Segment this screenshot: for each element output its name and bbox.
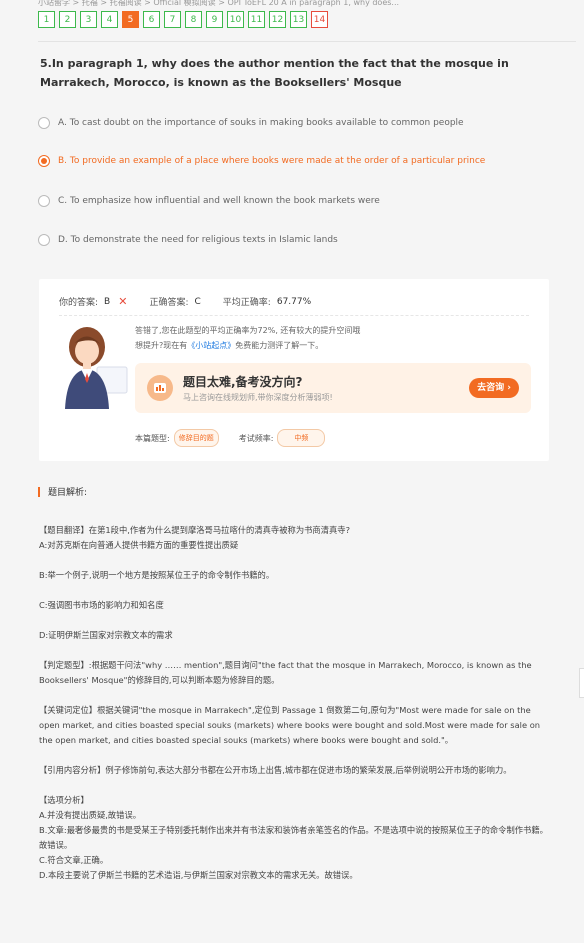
question-nav-item[interactable]: 6 xyxy=(143,11,160,28)
question-nav-item-current[interactable]: 5 xyxy=(122,11,139,28)
heading-accent xyxy=(38,486,40,497)
analysis-paragraph: 【题目翻译】在第1段中,作者为什么提到摩洛哥马拉喀什的清真寺被称为书商清真寺? xyxy=(39,525,351,535)
analysis-paragraph: D.本段主要说了伊斯兰书籍的艺术造诣,与伊斯兰国家对宗教文本的需求无关。故错误。 xyxy=(39,870,358,880)
tip-line: 答错了,您在此题型的平均正确率为72%, 还有较大的提升空间哦 xyxy=(135,326,361,335)
question-nav-item[interactable]: 1 xyxy=(38,11,55,28)
option-label: B. To provide an example of a place wher… xyxy=(58,156,486,166)
question-nav-item[interactable]: 9 xyxy=(206,11,223,28)
question-nav-item[interactable]: 2 xyxy=(59,11,76,28)
question-nav-item[interactable]: 7 xyxy=(164,11,181,28)
radio-button-selected[interactable] xyxy=(38,155,50,167)
analysis-paragraph: C.符合文章,正确。 xyxy=(39,855,109,865)
analysis-paragraph: 【选项分析】 xyxy=(39,795,89,805)
analysis-spacer xyxy=(39,613,551,628)
correct-answer-label: 正确答案: xyxy=(149,298,189,308)
analysis-spacer xyxy=(39,553,551,568)
radio-button[interactable] xyxy=(38,234,50,246)
result-card: 你的答案: B ✕ 正确答案: C 平均正确率: 67.77% 答错了,您在此题… xyxy=(39,279,549,461)
analysis-paragraph: B.文章:最奢侈最贵的书是受某王子特别委托制作出来并有书法家和装饰者亲笔签名的作… xyxy=(39,825,548,850)
analysis-spacer xyxy=(39,748,551,763)
answer-row: 你的答案: B ✕ 正确答案: C 平均正确率: 67.77% xyxy=(59,295,319,308)
question-nav-item[interactable]: 3 xyxy=(80,11,97,28)
question-type-badge: 修辞目的题 xyxy=(173,429,219,447)
option-b-selected[interactable]: B. To provide an example of a place wher… xyxy=(38,155,485,167)
analysis-paragraph: 【关键词定位】根据关键词"the mosque in Marrakech",定位… xyxy=(39,705,541,745)
question-nav-item[interactable]: 12 xyxy=(269,11,286,28)
avg-rate-label: 平均正确率: xyxy=(222,298,271,308)
analysis-paragraph: 【引用内容分析】例子修饰前句,表达大部分书都在公开市场上出售,城市都在促进市场的… xyxy=(39,765,512,775)
option-c[interactable]: C. To emphasize how influential and well… xyxy=(38,195,380,207)
assessment-link[interactable]: 《小站起点》 xyxy=(187,341,235,350)
tip-text-pre: 想提升?现在有 xyxy=(135,341,188,350)
question-nav-item-wrong[interactable]: 14 xyxy=(311,11,328,28)
consult-banner[interactable]: 题目太难,备考没方向? 马上咨询在线规划师,带你深度分析薄弱项! 去咨询 › xyxy=(135,363,531,413)
option-label: C. To emphasize how influential and well… xyxy=(58,196,380,206)
tip-text: 答错了,您在此题型的平均正确率为72%, 还有较大的提升空间哦 想提升?现在有《… xyxy=(135,323,425,353)
question-meta: 本篇题型: 修辞目的题 考试频率: 中频 xyxy=(135,429,345,447)
promo-title: 题目太难,备考没方向? xyxy=(183,375,303,389)
your-answer-value: B xyxy=(104,296,111,307)
frequency-label: 考试频率: xyxy=(238,433,274,443)
analysis-paragraph: A.并没有提出质疑,故错误。 xyxy=(39,810,142,820)
question-nav-item[interactable]: 13 xyxy=(290,11,307,28)
option-label: D. To demonstrate the need for religious… xyxy=(58,235,338,245)
page: 小站留学 > 托福 > 托福阅读 > Official 模拟阅读 > OPI T… xyxy=(0,0,584,943)
chart-icon xyxy=(147,375,173,401)
analysis-paragraph: B:举一个例子,说明一个地方是按照某位王子的命令制作书籍的。 xyxy=(39,570,275,580)
promo-subtitle: 马上咨询在线规划师,带你深度分析薄弱项! xyxy=(183,393,333,402)
analysis-title: 题目解析: xyxy=(48,488,88,498)
analysis-body: 【题目翻译】在第1段中,作者为什么提到摩洛哥马拉喀什的清真寺被称为书商清真寺? A… xyxy=(39,523,551,883)
divider xyxy=(59,315,529,316)
analysis-spacer xyxy=(39,643,551,658)
divider xyxy=(38,41,576,42)
tip-line: 想提升?现在有《小站起点》免费能力测评了解一下。 xyxy=(135,338,425,353)
question-nav-item[interactable]: 11 xyxy=(248,11,265,28)
analysis-spacer xyxy=(39,778,551,793)
option-label: A. To cast doubt on the importance of so… xyxy=(58,118,464,128)
question-nav-item[interactable]: 10 xyxy=(227,11,244,28)
radio-button[interactable] xyxy=(38,195,50,207)
analysis-paragraph: 【判定题型】:根据题干问法"why …… mention",题目询问"the f… xyxy=(39,660,532,685)
analysis-paragraph: D:证明伊斯兰国家对宗教文本的需求 xyxy=(39,630,173,640)
your-answer-label: 你的答案: xyxy=(59,298,99,308)
question-text: 5.In paragraph 1, why does the author me… xyxy=(40,57,509,89)
analysis-heading: 题目解析: xyxy=(38,485,87,498)
radio-button[interactable] xyxy=(38,117,50,129)
question-type-label: 本篇题型: xyxy=(135,433,170,443)
analysis-paragraph: A:对苏克斯在向普通人提供书籍方面的重要性提出质疑 xyxy=(39,540,239,550)
side-tab[interactable] xyxy=(579,668,584,698)
question-nav: 1 2 3 4 5 6 7 8 9 10 11 12 13 14 xyxy=(38,11,328,28)
consult-button[interactable]: 去咨询 › xyxy=(469,378,519,398)
option-a[interactable]: A. To cast doubt on the importance of so… xyxy=(38,117,464,129)
advisor-avatar-icon xyxy=(65,327,128,409)
analysis-spacer xyxy=(39,688,551,703)
tip-text-post: 免费能力测评了解一下。 xyxy=(235,341,324,350)
option-d[interactable]: D. To demonstrate the need for religious… xyxy=(38,234,338,246)
wrong-icon: ✕ xyxy=(118,295,128,308)
correct-answer-value: C xyxy=(194,296,201,307)
question-nav-item[interactable]: 4 xyxy=(101,11,118,28)
frequency-badge: 中频 xyxy=(277,429,326,447)
analysis-paragraph: C:强调图书市场的影响力和知名度 xyxy=(39,600,164,610)
avg-rate-value: 67.77% xyxy=(276,296,312,307)
question-nav-item[interactable]: 8 xyxy=(185,11,202,28)
analysis-spacer xyxy=(39,583,551,598)
